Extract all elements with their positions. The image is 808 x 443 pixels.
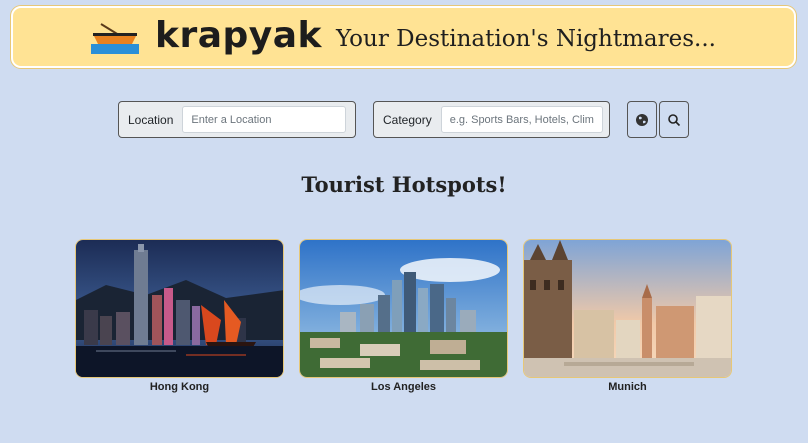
location-search-group: Location	[118, 101, 356, 138]
munich-photo[interactable]	[523, 239, 732, 378]
location-label: Location	[128, 112, 174, 127]
city-caption[interactable]: Los Angeles	[299, 381, 508, 393]
globe-button[interactable]	[627, 101, 657, 138]
brand-name[interactable]: krapyak	[155, 15, 322, 56]
city-card-hong-kong[interactable]: Hong Kong	[75, 239, 284, 393]
boat-logo-icon[interactable]	[91, 20, 140, 54]
city-caption[interactable]: Munich	[523, 381, 732, 393]
search-icon	[667, 113, 681, 127]
los-angeles-photo[interactable]	[299, 239, 508, 378]
city-caption[interactable]: Hong Kong	[75, 381, 284, 393]
tagline: Your Destination's Nightmares...	[336, 26, 716, 52]
category-input[interactable]	[440, 106, 603, 133]
globe-icon	[635, 113, 649, 127]
header-banner: krapyak Your Destination's Nightmares...	[11, 6, 796, 68]
section-title: Tourist Hotspots!	[301, 172, 507, 197]
search-button[interactable]	[659, 101, 689, 138]
hong-kong-photo[interactable]	[75, 239, 284, 378]
city-card-munich[interactable]: Munich	[523, 239, 732, 393]
category-search-group: Category	[373, 101, 610, 138]
city-card-los-angeles[interactable]: Los Angeles	[299, 239, 508, 393]
location-input[interactable]	[182, 106, 347, 133]
category-label: Category	[383, 112, 432, 127]
